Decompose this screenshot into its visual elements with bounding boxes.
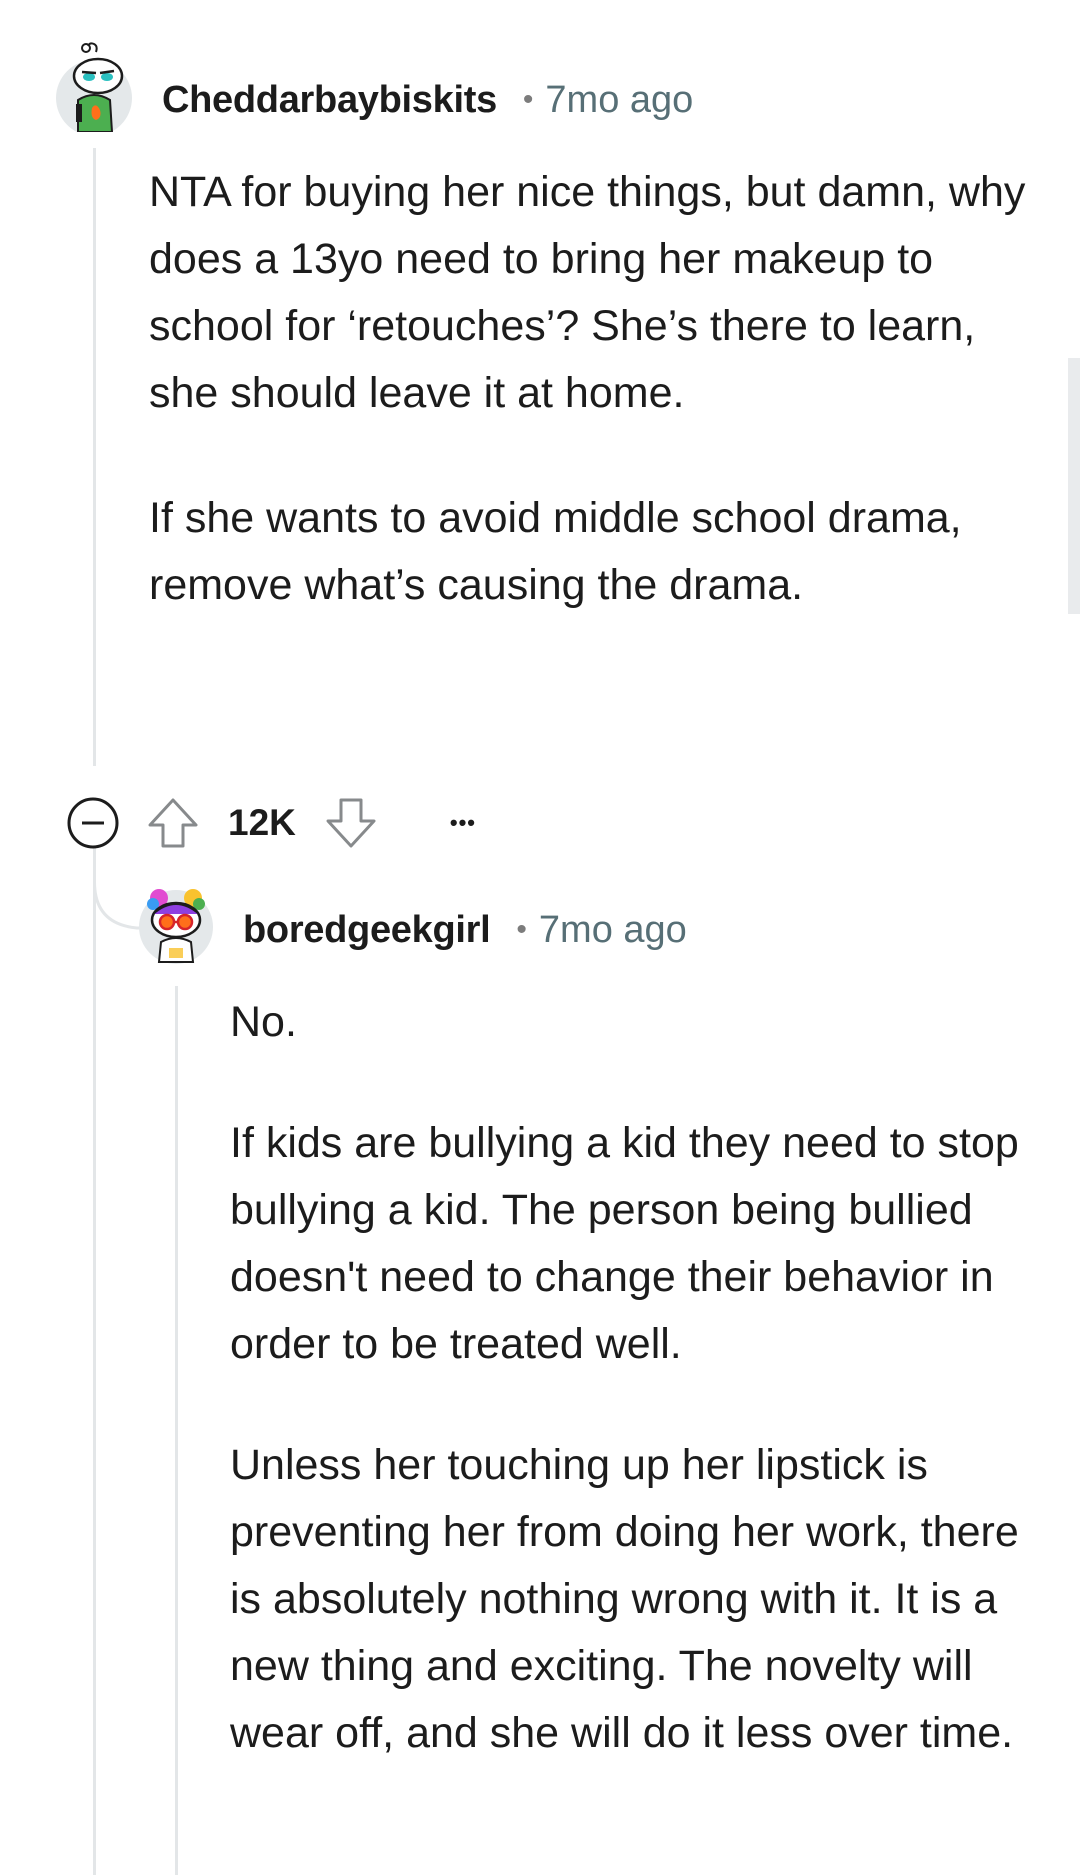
comment-actions: 12K •••	[66, 797, 476, 849]
comment-paragraph: If kids are bullying a kid they need to …	[230, 1119, 1019, 1368]
author-name[interactable]: Cheddarbaybiskits	[162, 79, 497, 122]
comment-paragraph: No.	[230, 998, 297, 1046]
comment-header: boredgeekgirl • 7mo ago	[243, 906, 687, 954]
avatar[interactable]	[139, 889, 213, 964]
collapse-icon[interactable]	[66, 796, 120, 850]
comment-paragraph: If she wants to avoid middle school dram…	[149, 494, 962, 609]
downvote-icon[interactable]	[324, 796, 378, 850]
avatar[interactable]	[56, 42, 132, 132]
separator-dot: •	[522, 83, 534, 116]
comment-paragraph: NTA for buying her nice things, but damn…	[149, 168, 1026, 417]
comment-header: Cheddarbaybiskits • 7mo ago	[162, 76, 693, 124]
thread-line-1[interactable]	[93, 148, 96, 766]
thread-line-2[interactable]	[175, 986, 178, 1875]
comment-paragraph: Unless her touching up her lipstick is p…	[230, 1441, 1019, 1757]
more-options-icon[interactable]: •••	[450, 810, 476, 836]
vote-count: 12K	[228, 802, 296, 843]
comment-body: NTA for buying her nice things, but damn…	[149, 159, 1029, 619]
separator-dot: •	[516, 913, 527, 946]
author-name[interactable]: boredgeekgirl	[243, 909, 491, 952]
upvote-icon[interactable]	[146, 796, 200, 850]
timestamp[interactable]: 7mo ago	[539, 909, 687, 952]
comment-body: No. If kids are bullying a kid they need…	[230, 989, 1030, 1767]
timestamp[interactable]: 7mo ago	[545, 79, 693, 122]
thread-line-1-continued[interactable]	[93, 842, 96, 1875]
scrollbar[interactable]	[1068, 358, 1080, 614]
